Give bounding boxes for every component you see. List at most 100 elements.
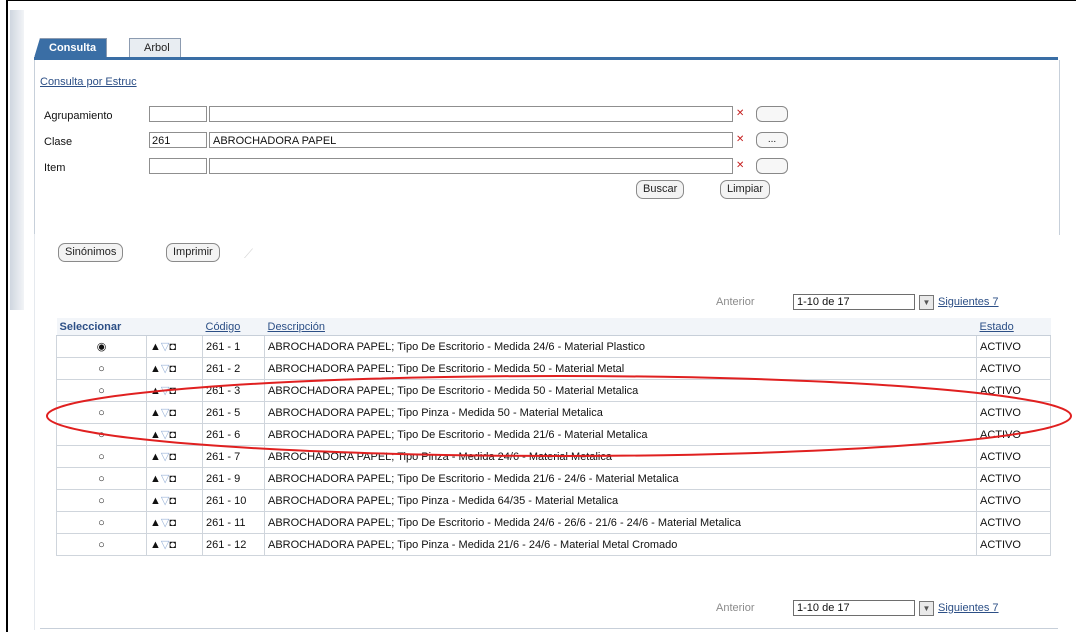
row-description: ABROCHADORA PAPEL; Tipo De Escritorio - … <box>264 335 977 358</box>
row-actions[interactable]: ▲▽◘ <box>146 335 203 358</box>
row-state: ACTIVO <box>976 511 1051 534</box>
clear-item-icon[interactable]: ✕ <box>736 160 744 171</box>
row-state: ACTIVO <box>976 357 1051 380</box>
move-up-icon[interactable]: ▲ <box>150 407 161 419</box>
item-desc-input[interactable] <box>209 158 733 174</box>
row-actions[interactable]: ▲▽◘ <box>146 467 203 490</box>
detail-icon[interactable]: ◘ <box>169 451 176 463</box>
clase-desc-input[interactable]: ABROCHADORA PAPEL <box>209 132 733 148</box>
sinonimos-button[interactable]: Sinónimos <box>58 243 124 262</box>
table-row[interactable]: ○ ▲▽◘ 261 - 3 ABROCHADORA PAPEL; Tipo De Es… <box>56 379 1051 402</box>
row-description: ABROCHADORA PAPEL; Tipo De Escritorio - … <box>264 379 977 402</box>
row-actions[interactable]: ▲▽◘ <box>146 423 203 446</box>
row-select-radio[interactable]: ○ <box>56 401 147 424</box>
clear-clase-icon[interactable]: ✕ <box>736 134 744 145</box>
row-description: ABROCHADORA PAPEL; Tipo Pinza - Medida 6… <box>264 489 977 512</box>
clase-lov-button[interactable]: ... <box>756 132 788 148</box>
field-label-agrupamiento: Agrupamiento <box>44 110 113 122</box>
row-actions[interactable]: ▲▽◘ <box>146 511 203 534</box>
move-up-icon[interactable]: ▲ <box>150 539 161 551</box>
table-row[interactable]: ◉ ▲▽◘ 261 - 1 ABROCHADORA PAPEL; Tipo De Es… <box>56 335 1051 358</box>
move-up-icon[interactable]: ▲ <box>150 517 161 529</box>
row-description: ABROCHADORA PAPEL; Tipo De Escritorio - … <box>264 467 977 490</box>
row-select-radio[interactable]: ○ <box>56 379 147 402</box>
item-lov-button[interactable] <box>756 158 788 174</box>
row-code: 261 - 2 <box>202 357 265 380</box>
field-label-item: Item <box>44 162 66 174</box>
table-header-row: Seleccionar Código Descripción Estado <box>56 318 1051 336</box>
detail-icon[interactable]: ◘ <box>169 473 176 485</box>
row-select-radio[interactable]: ○ <box>56 445 147 468</box>
pager-prev-link[interactable]: Anterior <box>716 296 755 308</box>
table-row[interactable]: ○ ▲▽◘ 261 - 2 ABROCHADORA PAPEL; Tipo De Es… <box>56 357 1051 380</box>
detail-icon[interactable]: ◘ <box>169 385 176 397</box>
field-label-clase: Clase <box>44 136 73 148</box>
move-up-icon[interactable]: ▲ <box>150 473 161 485</box>
clear-agrupamiento-icon[interactable]: ✕ <box>736 108 744 119</box>
tab-consulta[interactable]: Consulta <box>34 38 108 58</box>
detail-icon[interactable]: ◘ <box>169 517 176 529</box>
table-row[interactable]: ○ ▲▽◘ 261 - 11 ABROCHADORA PAPEL; Tipo De E… <box>56 511 1051 534</box>
move-up-icon[interactable]: ▲ <box>150 429 161 441</box>
section-link-consulta-estructura[interactable]: Consulta por Estruc <box>40 76 137 88</box>
table-row[interactable]: ○ ▲▽◘ 261 - 5 ABROCHADORA PAPEL; Tipo Pinza… <box>56 401 1051 424</box>
pager-next-link-bottom[interactable]: Siguientes 7 <box>938 602 999 614</box>
pager-range-select[interactable]: 1-10 de 17 <box>793 294 915 310</box>
clase-code-input[interactable]: 261 <box>149 132 207 148</box>
table-row[interactable]: ○ ▲▽◘ 261 - 12 ABROCHADORA PAPEL; Tipo Pinz… <box>56 533 1051 556</box>
tab-arbol[interactable]: Arbol <box>129 38 181 58</box>
pager-range-select-bottom[interactable]: 1-10 de 17 <box>793 600 915 616</box>
detail-icon[interactable]: ◘ <box>169 495 176 507</box>
row-actions[interactable]: ▲▽◘ <box>146 489 203 512</box>
agrupamiento-code-input[interactable] <box>149 106 207 122</box>
imprimir-button[interactable]: Imprimir <box>166 243 220 262</box>
row-state: ACTIVO <box>976 445 1051 468</box>
row-select-radio[interactable]: ○ <box>56 423 147 446</box>
move-up-icon[interactable]: ▲ <box>150 341 161 353</box>
row-select-radio[interactable]: ○ <box>56 467 147 490</box>
row-code: 261 - 1 <box>202 335 265 358</box>
detail-icon[interactable]: ◘ <box>169 341 176 353</box>
table-row[interactable]: ○ ▲▽◘ 261 - 7 ABROCHADORA PAPEL; Tipo Pinza… <box>56 445 1051 468</box>
row-actions[interactable]: ▲▽◘ <box>146 401 203 424</box>
row-actions[interactable]: ▲▽◘ <box>146 533 203 556</box>
move-up-icon[interactable]: ▲ <box>150 363 161 375</box>
row-select-radio[interactable]: ○ <box>56 357 147 380</box>
chevron-down-icon[interactable]: ▼ <box>919 295 934 310</box>
row-code: 261 - 10 <box>202 489 265 512</box>
buscar-button[interactable]: Buscar <box>636 180 685 199</box>
row-select-radio[interactable]: ○ <box>56 511 147 534</box>
row-actions[interactable]: ▲▽◘ <box>146 357 203 380</box>
header-code[interactable]: Código <box>202 318 265 336</box>
limpiar-button[interactable]: Limpiar <box>720 180 771 199</box>
detail-icon[interactable]: ◘ <box>169 539 176 551</box>
row-actions[interactable]: ▲▽◘ <box>146 445 203 468</box>
row-actions[interactable]: ▲▽◘ <box>146 379 203 402</box>
move-up-icon[interactable]: ▲ <box>150 451 161 463</box>
row-description: ABROCHADORA PAPEL; Tipo De Escritorio - … <box>264 511 977 534</box>
detail-icon[interactable]: ◘ <box>169 407 176 419</box>
agrupamiento-lov-button[interactable] <box>756 106 788 122</box>
pager-bottom: Anterior 1-10 de 17 ▼ Siguientes 7 <box>716 600 1056 618</box>
header-state[interactable]: Estado <box>976 318 1051 336</box>
table-row[interactable]: ○ ▲▽◘ 261 - 10 ABROCHADORA PAPEL; Tipo Pinz… <box>56 489 1051 512</box>
row-description: ABROCHADORA PAPEL; Tipo Pinza - Medida 2… <box>264 533 977 556</box>
move-up-icon[interactable]: ▲ <box>150 495 161 507</box>
move-up-icon[interactable]: ▲ <box>150 385 161 397</box>
pager-next-link[interactable]: Siguientes 7 <box>938 296 999 308</box>
row-select-radio[interactable]: ○ <box>56 533 147 556</box>
row-state: ACTIVO <box>976 401 1051 424</box>
chevron-down-icon[interactable]: ▼ <box>919 601 934 616</box>
row-state: ACTIVO <box>976 379 1051 402</box>
pager-prev-link-bottom[interactable]: Anterior <box>716 602 755 614</box>
detail-icon[interactable]: ◘ <box>169 429 176 441</box>
header-description[interactable]: Descripción <box>264 318 977 336</box>
row-code: 261 - 9 <box>202 467 265 490</box>
detail-icon[interactable]: ◘ <box>169 363 176 375</box>
row-select-radio[interactable]: ◉ <box>56 335 147 358</box>
table-row[interactable]: ○ ▲▽◘ 261 - 6 ABROCHADORA PAPEL; Tipo De Es… <box>56 423 1051 446</box>
agrupamiento-desc-input[interactable] <box>209 106 733 122</box>
item-code-input[interactable] <box>149 158 207 174</box>
table-row[interactable]: ○ ▲▽◘ 261 - 9 ABROCHADORA PAPEL; Tipo De Es… <box>56 467 1051 490</box>
row-select-radio[interactable]: ○ <box>56 489 147 512</box>
